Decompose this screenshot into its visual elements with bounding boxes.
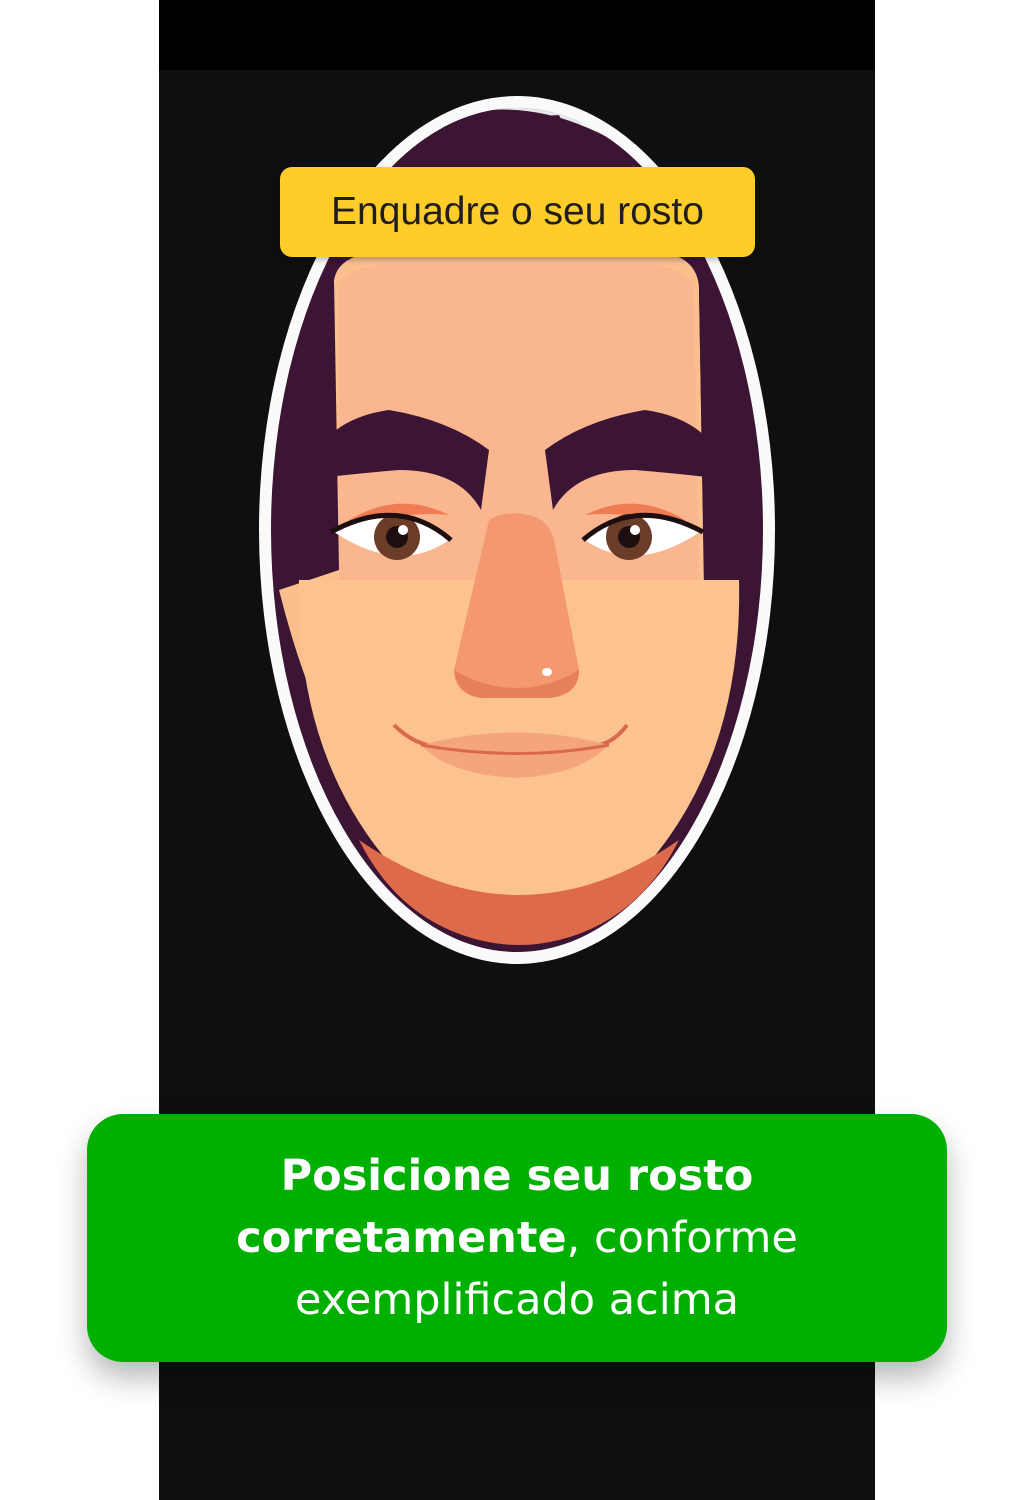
page: Enquadre o seu rosto Posicione seu rosto… xyxy=(0,0,1034,1500)
instruction-text: Posicione seu rosto corretamente, confor… xyxy=(177,1145,857,1331)
frame-face-label: Enquadre o seu rosto xyxy=(280,167,755,257)
status-bar xyxy=(159,0,875,70)
instruction-card: Posicione seu rosto corretamente, confor… xyxy=(87,1114,947,1362)
